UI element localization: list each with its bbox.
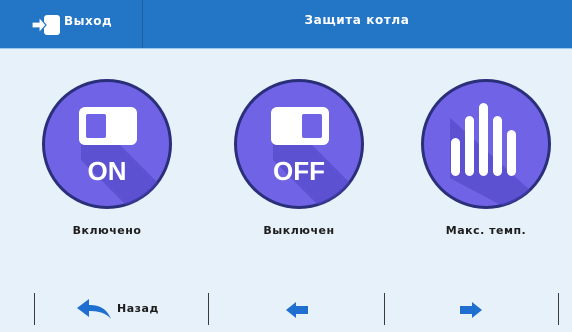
tile-max-temp[interactable]: Макс. темп.: [420, 78, 552, 237]
exit-label: Выход: [64, 14, 113, 28]
toggle-off-icon: OFF: [234, 79, 364, 209]
divider: [34, 293, 35, 325]
tile-on[interactable]: ON Включено: [41, 78, 173, 237]
bars-icon: [421, 79, 551, 209]
back-label: Назад: [117, 302, 159, 315]
tile-max-temp-label: Макс. темп.: [445, 224, 527, 237]
prev-button[interactable]: [285, 288, 315, 332]
arrow-left-icon: [286, 302, 308, 318]
page-title: Защита котла: [304, 13, 410, 27]
tile-off[interactable]: OFF Выключен: [233, 78, 365, 237]
toggle-on-icon: ON: [42, 79, 172, 209]
back-button[interactable]: Назад: [76, 288, 196, 332]
bottom-nav: Назад: [0, 288, 572, 332]
toggle-off-text: OFF: [273, 156, 325, 186]
toggle-on-text: ON: [88, 156, 127, 186]
divider: [208, 293, 209, 325]
exit-icon: [31, 15, 60, 35]
exit-button[interactable]: Выход: [0, 0, 143, 48]
back-arrow-icon: [77, 299, 111, 319]
tile-off-label: Выключен: [263, 224, 335, 237]
divider: [384, 293, 385, 325]
tile-on-label: Включено: [72, 224, 142, 237]
divider: [558, 293, 559, 325]
header-bar: Выход Защита котла: [0, 0, 572, 49]
next-button[interactable]: [459, 288, 489, 332]
arrow-right-icon: [460, 302, 482, 318]
